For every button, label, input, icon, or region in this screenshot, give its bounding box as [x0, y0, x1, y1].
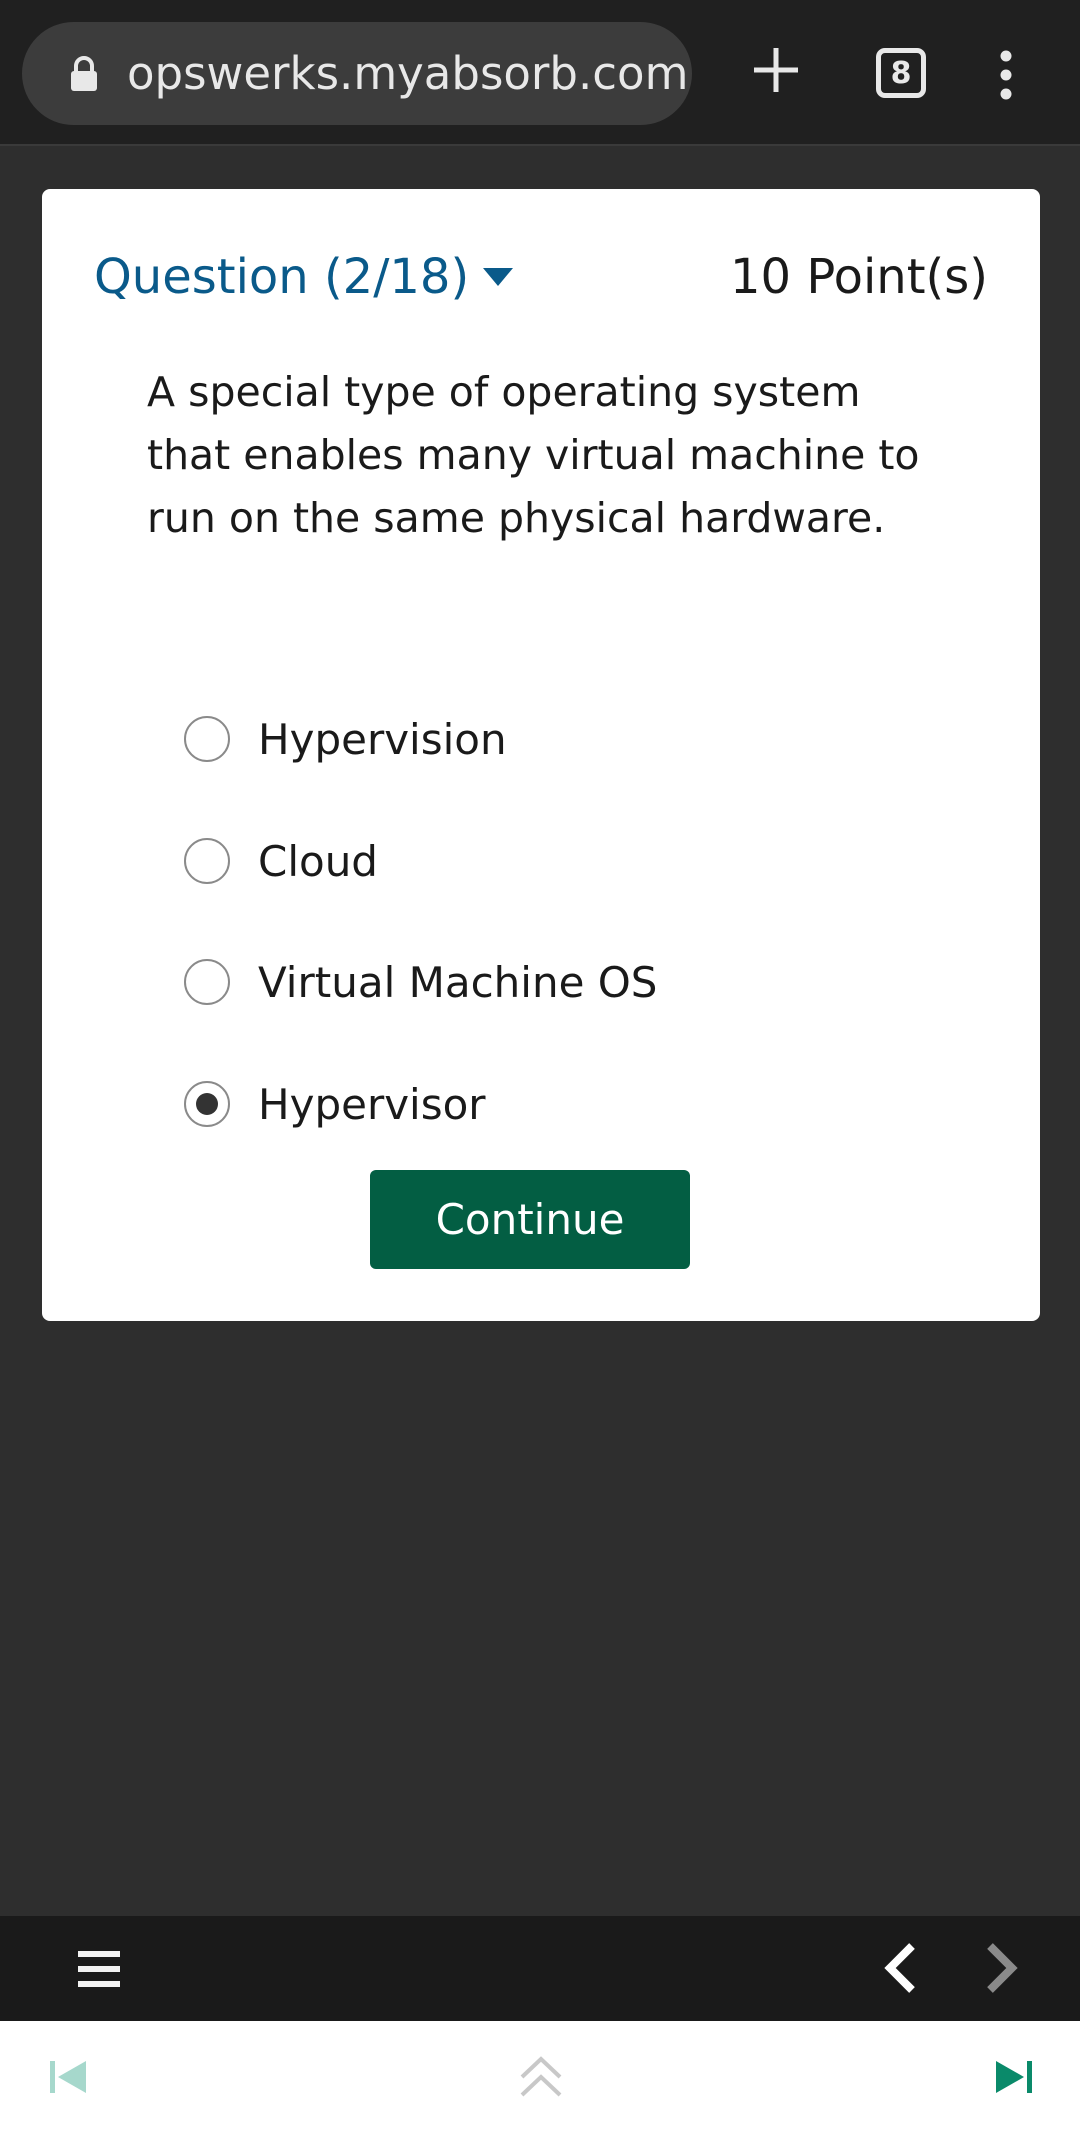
- skip-next-icon[interactable]: [994, 2059, 1034, 2095]
- address-bar[interactable]: opswerks.myabsorb.com.au: [22, 22, 692, 125]
- question-selector[interactable]: Question (2/18): [94, 247, 514, 307]
- option-virtual-machine-os[interactable]: Virtual Machine OS: [184, 952, 884, 1012]
- skip-previous-icon[interactable]: [48, 2059, 88, 2095]
- option-hypervision[interactable]: Hypervision: [184, 709, 884, 769]
- tab-count: 8: [876, 48, 926, 98]
- more-vert-icon[interactable]: [995, 50, 1017, 100]
- option-label[interactable]: Virtual Machine OS: [258, 958, 657, 1007]
- radio-button[interactable]: [184, 959, 230, 1005]
- option-label[interactable]: Hypervisor: [258, 1080, 486, 1129]
- radio-button-selected[interactable]: [184, 1081, 230, 1127]
- radio-button[interactable]: [184, 838, 230, 884]
- lesson-nav-bar: [0, 1916, 1080, 2021]
- browser-toolbar: opswerks.myabsorb.com.au 8: [0, 0, 1080, 146]
- bottom-toolbar: [0, 2021, 1080, 2131]
- question-points: 10 Point(s): [730, 249, 988, 305]
- question-number[interactable]: Question (2/18): [94, 249, 469, 305]
- option-label[interactable]: Cloud: [258, 837, 378, 886]
- option-cloud[interactable]: Cloud: [184, 831, 884, 891]
- tabs-icon[interactable]: 8: [876, 48, 926, 98]
- option-hypervisor[interactable]: Hypervisor: [184, 1074, 884, 1134]
- double-chevron-up-icon[interactable]: [518, 2055, 564, 2099]
- question-card: Question (2/18) 10 Point(s) A special ty…: [42, 189, 1040, 1321]
- chevron-right-icon[interactable]: [982, 1942, 1022, 1994]
- hamburger-icon[interactable]: [78, 1950, 120, 1988]
- plus-icon[interactable]: [752, 46, 800, 94]
- chevron-left-icon[interactable]: [880, 1942, 920, 1994]
- radio-button[interactable]: [184, 716, 230, 762]
- caret-down-icon[interactable]: [483, 268, 514, 286]
- lock-icon: [71, 56, 97, 91]
- url-text[interactable]: opswerks.myabsorb.com.au: [127, 22, 692, 125]
- continue-button[interactable]: Continue: [370, 1170, 690, 1269]
- option-label[interactable]: Hypervision: [258, 715, 507, 764]
- question-text: A special type of operating system that …: [147, 368, 920, 542]
